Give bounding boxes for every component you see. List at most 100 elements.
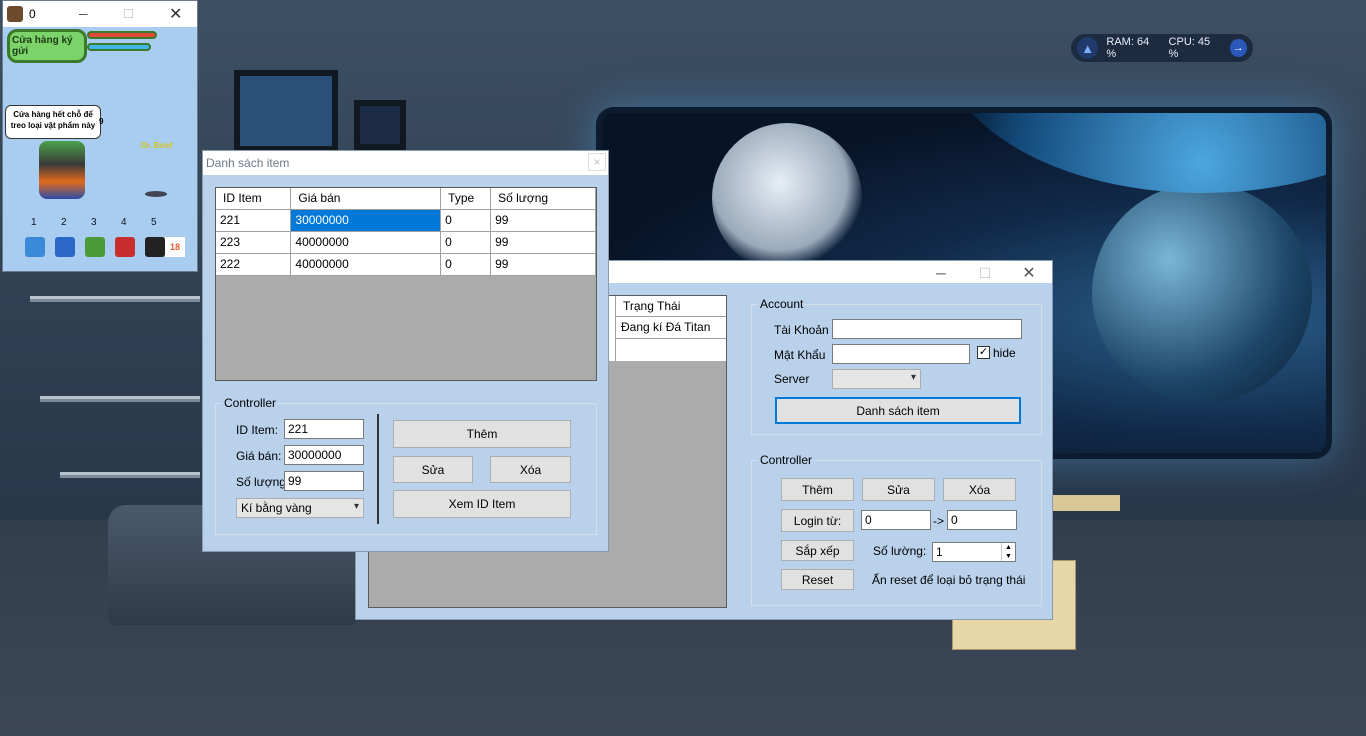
npc-speech-text: Cửa hàng hết chỗ để treo loại vật phẩm n… — [10, 110, 96, 130]
price-label: Giá bán: — [236, 449, 282, 463]
cell-qty[interactable]: 99 — [490, 253, 596, 276]
column-header-qty[interactable]: Số lượng — [490, 188, 596, 210]
maximize-icon: ☐ — [123, 7, 134, 21]
close-icon[interactable]: ✕ — [169, 4, 182, 24]
reset-button[interactable]: Reset — [781, 569, 854, 590]
hide-label: hide — [993, 346, 1016, 360]
cell-type[interactable]: 0 — [440, 253, 492, 276]
add-account-button[interactable]: Thêm — [781, 478, 854, 501]
item-controller-label: Controller — [222, 396, 279, 410]
skill-slot-3-icon[interactable] — [85, 237, 105, 257]
price-input[interactable]: 30000000 — [284, 445, 364, 465]
password-input[interactable] — [832, 344, 970, 364]
login-from-button[interactable]: Login từ: — [781, 509, 854, 532]
account-grid-row[interactable]: Đang kí Đá Titan — [615, 317, 726, 339]
account-grid-row[interactable] — [615, 339, 726, 361]
table-row[interactable]: 222 40000000 0 99 — [216, 253, 596, 276]
item-grid[interactable]: ID Item Giá bán Type Số lượng 221 300000… — [215, 187, 597, 381]
id-item-input[interactable]: 221 — [284, 419, 364, 439]
count-label: Số lường: — [873, 544, 927, 558]
status-column-header: Trạng Thái — [623, 299, 681, 313]
item-count: 18 — [169, 242, 180, 252]
hp-bar — [87, 31, 157, 39]
login-from-input[interactable]: 0 — [861, 510, 931, 530]
system-monitor-widget[interactable]: ▲ RAM: 64 % CPU: 45 % → — [1071, 34, 1253, 62]
add-account-button-label: Thêm — [802, 482, 833, 497]
skill-slot-1-icon[interactable] — [25, 237, 45, 257]
cell-qty[interactable]: 99 — [490, 231, 596, 254]
column-header-type[interactable]: Type — [440, 188, 492, 210]
username-input[interactable] — [832, 319, 1022, 339]
account-group: Account Tài Khoản Mật Khẩu ✓ hide Server… — [751, 297, 1042, 435]
count-stepper[interactable]: 1 ▲ ▼ — [932, 542, 1016, 562]
arrow-right-icon[interactable]: → — [1229, 39, 1248, 57]
minimize-icon[interactable]: ─ — [918, 261, 964, 285]
stepper-arrows-icon[interactable]: ▲ ▼ — [1001, 543, 1015, 561]
skill-slot-number: 5 — [151, 217, 157, 228]
wallpaper-shelf — [30, 296, 200, 302]
edit-account-button[interactable]: Sửa — [862, 478, 935, 501]
wallpaper-poster — [354, 100, 406, 150]
cell-price[interactable]: 40000000 — [290, 231, 442, 254]
wallpaper-shelf — [40, 396, 200, 402]
cell-id[interactable]: 221 — [216, 209, 292, 232]
npc-shadow — [145, 191, 167, 197]
cell-id[interactable]: 223 — [216, 231, 292, 254]
npc-character[interactable] — [39, 141, 85, 199]
username-label: Tài Khoản — [774, 323, 829, 337]
view-item-id-button[interactable]: Xem ID Item — [393, 490, 571, 518]
sort-button[interactable]: Sắp xếp — [781, 540, 854, 561]
item-list-button[interactable]: Danh sách item — [775, 397, 1021, 424]
skill-slot-number: 4 — [121, 217, 127, 228]
skill-slot-4-icon[interactable] — [115, 237, 135, 257]
shop-name-badge: Cửa hàng ký gửi — [7, 29, 87, 63]
server-select[interactable]: ▾ — [832, 369, 921, 389]
wallpaper-poster — [234, 70, 338, 152]
game-window[interactable]: 0 ─ ☐ ✕ Cửa hàng ký gửi Cửa hàng hết chỗ… — [2, 0, 198, 272]
delete-item-button-label: Xóa — [519, 462, 542, 477]
add-item-button-label: Thêm — [466, 427, 498, 441]
edit-account-button-label: Sửa — [887, 482, 910, 497]
column-header-id[interactable]: ID Item — [216, 188, 292, 210]
ram-usage: RAM: 64 % — [1106, 36, 1150, 60]
close-icon[interactable]: ✕ — [1006, 261, 1052, 285]
minimize-icon[interactable]: ─ — [79, 7, 88, 21]
cell-price[interactable]: 40000000 — [290, 253, 442, 276]
status-cell: Đang kí Đá Titan — [621, 320, 711, 334]
delete-item-button[interactable]: Xóa — [490, 456, 571, 483]
login-to-input[interactable]: 0 — [947, 510, 1017, 530]
cell-price[interactable]: 30000000 — [290, 209, 442, 232]
npc-name-label: Dr. Brief — [141, 141, 173, 150]
item-table: ID Item Giá bán Type Số lượng 221 300000… — [216, 188, 596, 276]
item-list-window[interactable]: Danh sách item × ID Item Giá bán Type Số… — [202, 150, 609, 552]
quantity-input[interactable]: 99 — [284, 471, 364, 491]
account-grid-header: Trạng Thái — [615, 296, 726, 317]
wallpaper-earth — [942, 113, 1326, 193]
mp-bar — [87, 43, 151, 51]
add-item-button[interactable]: Thêm — [393, 420, 571, 448]
server-label: Server — [774, 372, 810, 386]
table-row[interactable]: 221 30000000 0 99 — [216, 209, 596, 232]
cell-type[interactable]: 0 — [440, 231, 492, 254]
column-header-price[interactable]: Giá bán — [290, 188, 442, 210]
payment-type-select[interactable]: Kí bằng vàng ▾ — [236, 498, 364, 518]
edit-item-button-label: Sửa — [421, 462, 445, 477]
account-group-label: Account — [758, 297, 806, 311]
close-icon[interactable]: × — [588, 153, 606, 171]
chevron-down-icon: ▾ — [910, 372, 916, 383]
skill-slot-5-icon[interactable] — [145, 237, 165, 257]
shop-name: Cửa hàng ký gửi — [12, 35, 73, 57]
table-row[interactable]: 223 40000000 0 99 — [216, 231, 596, 254]
controller-divider — [377, 414, 379, 524]
cell-id[interactable]: 222 — [216, 253, 292, 276]
cell-type[interactable]: 0 — [440, 209, 492, 232]
cell-qty[interactable]: 99 — [490, 209, 596, 232]
skill-slot-2-icon[interactable] — [55, 237, 75, 257]
hide-checkbox[interactable]: ✓ — [977, 346, 990, 359]
delete-account-button[interactable]: Xóa — [943, 478, 1016, 501]
item-window-titlebar: Danh sách item × — [203, 151, 608, 175]
game-avatar-icon — [7, 6, 23, 22]
edit-item-button[interactable]: Sửa — [393, 456, 473, 483]
wallpaper-astronaut — [712, 123, 862, 273]
view-item-id-button-label: Xem ID Item — [448, 497, 516, 511]
